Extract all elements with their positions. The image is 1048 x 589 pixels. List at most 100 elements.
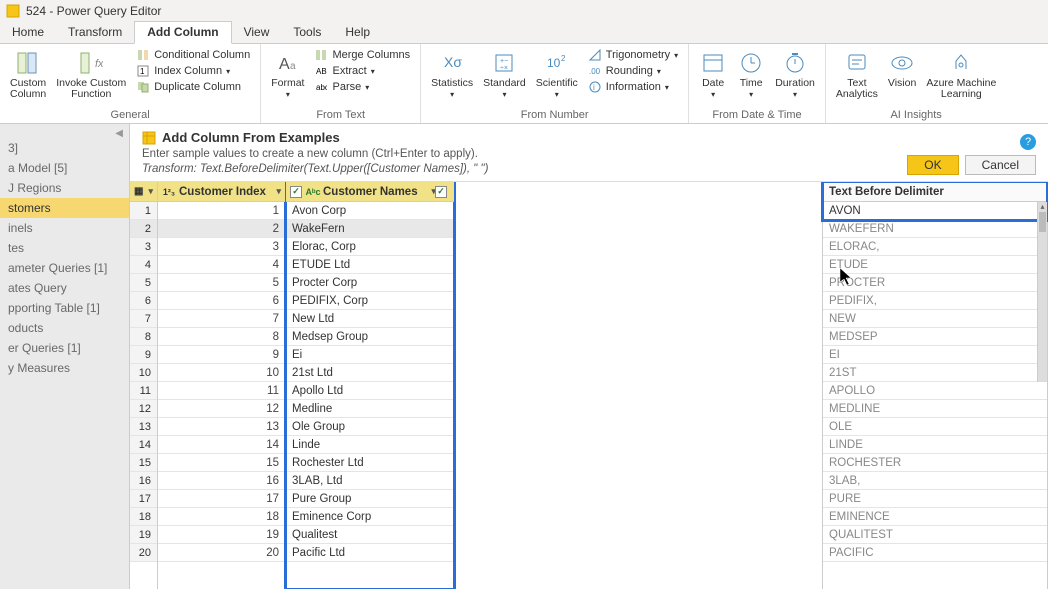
- row-number[interactable]: 7: [130, 310, 157, 328]
- scientific-button[interactable]: 102Scientific▾: [534, 47, 580, 102]
- invoke-custom-function-button[interactable]: fx Invoke CustomFunction: [54, 47, 128, 102]
- result-cell[interactable]: EMINENCE: [823, 508, 1047, 526]
- sidebar-item[interactable]: tes: [0, 238, 129, 258]
- result-cell[interactable]: 21ST: [823, 364, 1047, 382]
- scrollbar[interactable]: ▴: [1037, 202, 1047, 382]
- help-icon[interactable]: ?: [1020, 134, 1036, 150]
- row-number[interactable]: 2: [130, 220, 157, 238]
- menu-tab-home[interactable]: Home: [0, 22, 56, 43]
- time-button[interactable]: Time▾: [735, 47, 767, 102]
- azure-ml-button[interactable]: Azure MachineLearning: [924, 47, 998, 102]
- row-number[interactable]: 17: [130, 490, 157, 508]
- cell-name[interactable]: Qualitest: [286, 526, 454, 544]
- cell-index[interactable]: 7: [158, 310, 285, 328]
- cell-name[interactable]: Medline: [286, 400, 454, 418]
- result-cell[interactable]: AVON: [823, 202, 1047, 220]
- cell-name[interactable]: Rochester Ltd: [286, 454, 454, 472]
- result-cell[interactable]: QUALITEST: [823, 526, 1047, 544]
- result-column-header[interactable]: Text Before Delimiter: [823, 182, 1047, 202]
- row-number[interactable]: 19: [130, 526, 157, 544]
- cell-name[interactable]: Linde: [286, 436, 454, 454]
- sidebar-item[interactable]: oducts: [0, 318, 129, 338]
- result-cell[interactable]: ETUDE: [823, 256, 1047, 274]
- row-number[interactable]: 3: [130, 238, 157, 256]
- sidebar-item[interactable]: inels: [0, 218, 129, 238]
- result-cell[interactable]: ELORAC,: [823, 238, 1047, 256]
- result-cell[interactable]: EI: [823, 346, 1047, 364]
- cancel-button[interactable]: Cancel: [965, 155, 1036, 175]
- sidebar-item[interactable]: a Model [5]: [0, 158, 129, 178]
- duplicate-column-button[interactable]: Duplicate Column: [134, 79, 252, 95]
- cell-name[interactable]: Eminence Corp: [286, 508, 454, 526]
- cell-name[interactable]: Ole Group: [286, 418, 454, 436]
- cell-name[interactable]: 21st Ltd: [286, 364, 454, 382]
- result-cell[interactable]: PACIFIC: [823, 544, 1047, 562]
- cell-name[interactable]: PEDIFIX, Corp: [286, 292, 454, 310]
- conditional-column-button[interactable]: Conditional Column: [134, 47, 252, 63]
- cell-index[interactable]: 2: [158, 220, 285, 238]
- result-cell[interactable]: PURE: [823, 490, 1047, 508]
- row-number[interactable]: 13: [130, 418, 157, 436]
- information-button[interactable]: iInformation ▾: [586, 79, 680, 95]
- text-analytics-button[interactable]: TextAnalytics: [834, 47, 880, 102]
- sidebar-item[interactable]: er Queries [1]: [0, 338, 129, 358]
- scrollbar-thumb[interactable]: [1039, 212, 1046, 232]
- row-number[interactable]: 11: [130, 382, 157, 400]
- cell-name[interactable]: WakeFern: [286, 220, 454, 238]
- result-cell[interactable]: LINDE: [823, 436, 1047, 454]
- result-cell[interactable]: MEDSEP: [823, 328, 1047, 346]
- format-button[interactable]: Aa Format▾: [269, 47, 306, 102]
- chevron-down-icon[interactable]: ▾: [276, 186, 281, 197]
- standard-button[interactable]: +−÷×Standard▾: [481, 47, 528, 102]
- row-number[interactable]: 15: [130, 454, 157, 472]
- cell-index[interactable]: 9: [158, 346, 285, 364]
- trigonometry-button[interactable]: Trigonometry ▾: [586, 47, 680, 63]
- sidebar-item[interactable]: stomers: [0, 198, 129, 218]
- sidebar-item[interactable]: ameter Queries [1]: [0, 258, 129, 278]
- result-cell[interactable]: WAKEFERN: [823, 220, 1047, 238]
- statistics-button[interactable]: XσStatistics▾: [429, 47, 475, 102]
- sidebar-item[interactable]: y Measures: [0, 358, 129, 378]
- extract-button[interactable]: ABCExtract ▾: [312, 63, 412, 79]
- cell-index[interactable]: 3: [158, 238, 285, 256]
- ok-button[interactable]: OK: [907, 155, 958, 175]
- merge-columns-button[interactable]: Merge Columns: [312, 47, 412, 63]
- result-cell[interactable]: PEDIFIX,: [823, 292, 1047, 310]
- row-number[interactable]: 6: [130, 292, 157, 310]
- cell-index[interactable]: 1: [158, 202, 285, 220]
- index-column-button[interactable]: 1Index Column ▾: [134, 63, 252, 79]
- menu-tab-tools[interactable]: Tools: [281, 22, 333, 43]
- cell-index[interactable]: 19: [158, 526, 285, 544]
- date-button[interactable]: Date▾: [697, 47, 729, 102]
- menu-tab-add-column[interactable]: Add Column: [134, 21, 231, 44]
- custom-column-button[interactable]: CustomColumn: [8, 47, 48, 102]
- row-number[interactable]: 12: [130, 400, 157, 418]
- row-number-header[interactable]: ▦▾: [130, 182, 157, 202]
- cell-name[interactable]: Pure Group: [286, 490, 454, 508]
- cell-index[interactable]: 11: [158, 382, 285, 400]
- result-cell[interactable]: NEW: [823, 310, 1047, 328]
- collapse-icon[interactable]: ◀: [115, 128, 123, 139]
- column-header-index[interactable]: 1²₃ Customer Index ▾: [158, 182, 285, 202]
- row-number[interactable]: 5: [130, 274, 157, 292]
- cell-name[interactable]: Ei: [286, 346, 454, 364]
- result-cell[interactable]: PROCTER: [823, 274, 1047, 292]
- cell-index[interactable]: 4: [158, 256, 285, 274]
- cell-name[interactable]: Pacific Ltd: [286, 544, 454, 562]
- cell-name[interactable]: ETUDE Ltd: [286, 256, 454, 274]
- cell-name[interactable]: Elorac, Corp: [286, 238, 454, 256]
- duration-button[interactable]: Duration▾: [773, 47, 817, 102]
- cell-name[interactable]: New Ltd: [286, 310, 454, 328]
- result-cell[interactable]: 3LAB,: [823, 472, 1047, 490]
- cell-index[interactable]: 5: [158, 274, 285, 292]
- cell-name[interactable]: Medsep Group: [286, 328, 454, 346]
- sidebar-item[interactable]: pporting Table [1]: [0, 298, 129, 318]
- result-cell[interactable]: MEDLINE: [823, 400, 1047, 418]
- cell-index[interactable]: 12: [158, 400, 285, 418]
- row-number[interactable]: 14: [130, 436, 157, 454]
- row-number[interactable]: 4: [130, 256, 157, 274]
- cell-name[interactable]: Avon Corp: [286, 202, 454, 220]
- row-number[interactable]: 8: [130, 328, 157, 346]
- result-cell[interactable]: ROCHESTER: [823, 454, 1047, 472]
- menu-tab-help[interactable]: Help: [333, 22, 382, 43]
